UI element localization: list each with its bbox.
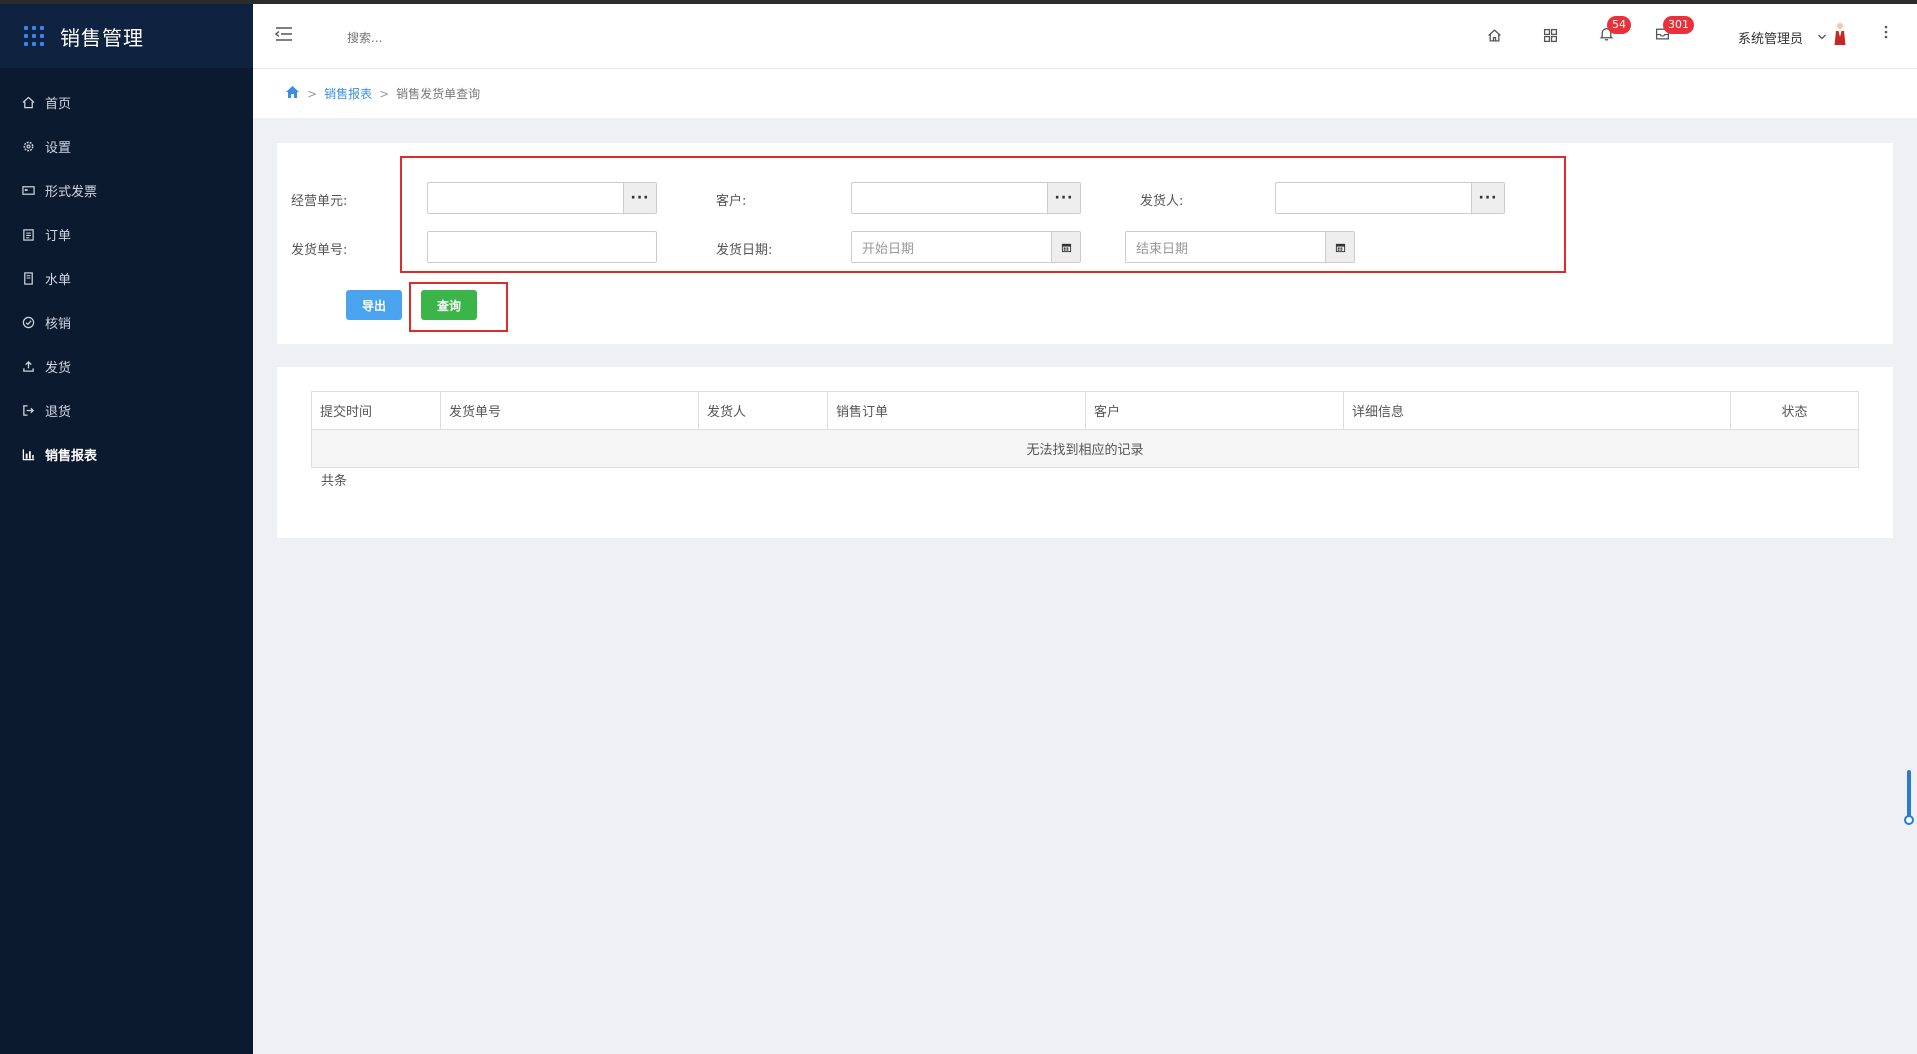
column-header[interactable]: 详细信息: [1344, 392, 1731, 429]
sidebar-item-write-off[interactable]: 核销: [0, 300, 253, 344]
scroll-indicator[interactable]: [1907, 770, 1911, 820]
calendar-icon[interactable]: [1325, 232, 1354, 262]
calendar-icon[interactable]: [1051, 232, 1080, 262]
scroll-handle[interactable]: [1904, 815, 1914, 825]
search-input[interactable]: [345, 26, 589, 50]
end-date-field[interactable]: 结束日期: [1125, 231, 1355, 263]
sidebar-item-label: 首页: [45, 96, 72, 112]
bar-chart-icon: [21, 447, 35, 461]
user-name[interactable]: 系统管理员: [1738, 28, 1803, 47]
brand[interactable]: 销售管理: [0, 4, 253, 68]
results-table: 提交时间 发货单号 发货人 销售订单 客户 详细信息 状态 无法找到相应的记录: [311, 391, 1859, 468]
sidebar-item-label: 形式发票: [45, 184, 98, 200]
total-count: 共条: [321, 474, 348, 489]
messages-badge: 301: [1663, 16, 1694, 34]
sidebar-item-settings[interactable]: 设置: [0, 124, 253, 168]
customer-field[interactable]: ···: [851, 182, 1081, 214]
home-icon: [21, 95, 35, 109]
sidebar-item-proforma-invoice[interactable]: 形式发票: [0, 168, 253, 212]
sidebar-item-label: 设置: [45, 140, 72, 156]
shipper-label: 发货人:: [1140, 194, 1184, 209]
end-date-placeholder: 结束日期: [1136, 241, 1189, 257]
sidebar: 销售管理 首页 设置 形式发票 订单 水单 核销 发货 退货 销售报表: [0, 4, 253, 1054]
sidebar-item-delivery[interactable]: 发货: [0, 344, 253, 388]
sidebar-menu: 首页 设置 形式发票 订单 水单 核销 发货 退货 销售报表: [0, 80, 253, 476]
business-unit-picker-button[interactable]: ···: [623, 183, 656, 213]
sidebar-item-label: 发货: [45, 360, 72, 376]
apps-grid-icon: [24, 26, 44, 46]
home-nav-icon[interactable]: [1485, 26, 1503, 44]
receipt-icon: [21, 271, 35, 285]
delivery-date-label: 发货日期:: [716, 243, 773, 258]
more-vertical-icon[interactable]: [1883, 24, 1889, 44]
gear-icon: [21, 139, 35, 153]
column-header[interactable]: 提交时间: [312, 392, 441, 429]
breadcrumb-separator: >: [307, 86, 318, 101]
home-breadcrumb-icon[interactable]: [285, 85, 300, 102]
sidebar-item-returns[interactable]: 退货: [0, 388, 253, 432]
upload-icon: [21, 359, 35, 373]
clipboard-icon: [21, 227, 35, 241]
delivery-no-field[interactable]: [427, 231, 657, 263]
sidebar-item-label: 退货: [45, 404, 72, 420]
shipper-picker-button[interactable]: ···: [1471, 183, 1504, 213]
column-header[interactable]: 状态: [1731, 392, 1858, 429]
empty-row: 无法找到相应的记录: [312, 430, 1858, 467]
column-header[interactable]: 发货人: [699, 392, 828, 429]
customer-label: 客户:: [716, 194, 747, 209]
sidebar-item-payment-slip[interactable]: 水单: [0, 256, 253, 300]
chevron-down-icon[interactable]: [1817, 30, 1827, 45]
sidebar-item-home[interactable]: 首页: [0, 80, 253, 124]
column-header[interactable]: 客户: [1086, 392, 1344, 429]
sidebar-item-label: 销售报表: [45, 448, 98, 464]
invoice-icon: [21, 183, 35, 197]
menu-toggle-icon[interactable]: [274, 26, 293, 46]
table-header: 提交时间 发货单号 发货人 销售订单 客户 详细信息 状态: [312, 392, 1858, 430]
notifications-badge: 54: [1607, 16, 1631, 34]
start-date-placeholder: 开始日期: [862, 241, 915, 257]
avatar[interactable]: [1833, 22, 1847, 50]
notifications-button[interactable]: 54: [1597, 16, 1631, 44]
column-header[interactable]: 发货单号: [441, 392, 699, 429]
delivery-no-label: 发货单号:: [291, 243, 348, 258]
sidebar-item-label: 订单: [45, 228, 72, 244]
customer-picker-button[interactable]: ···: [1047, 183, 1080, 213]
sidebar-item-sales-report[interactable]: 销售报表: [0, 432, 253, 476]
shipper-field[interactable]: ···: [1275, 182, 1505, 214]
breadcrumb-current: 销售发货单查询: [396, 87, 481, 101]
column-header[interactable]: 销售订单: [828, 392, 1086, 429]
breadcrumb-parent[interactable]: 销售报表: [324, 85, 372, 102]
grid-icon[interactable]: [1541, 26, 1559, 44]
sign-out-icon: [21, 403, 35, 417]
breadcrumb-separator: >: [379, 86, 390, 101]
business-unit-label: 经营单元:: [291, 194, 348, 209]
sidebar-item-label: 核销: [45, 316, 72, 332]
check-circle-icon: [21, 315, 35, 329]
messages-button[interactable]: 301: [1653, 16, 1694, 44]
export-button[interactable]: 导出: [346, 290, 402, 320]
top-header: 54 301 系统管理员: [253, 4, 1917, 69]
query-highlight-box: [409, 282, 508, 332]
start-date-field[interactable]: 开始日期: [851, 231, 1081, 263]
app-title: 销售管理: [60, 25, 144, 50]
sidebar-item-orders[interactable]: 订单: [0, 212, 253, 256]
breadcrumb: > 销售报表 > 销售发货单查询: [253, 69, 1917, 118]
business-unit-field[interactable]: ···: [427, 182, 657, 214]
sidebar-item-label: 水单: [45, 272, 72, 288]
